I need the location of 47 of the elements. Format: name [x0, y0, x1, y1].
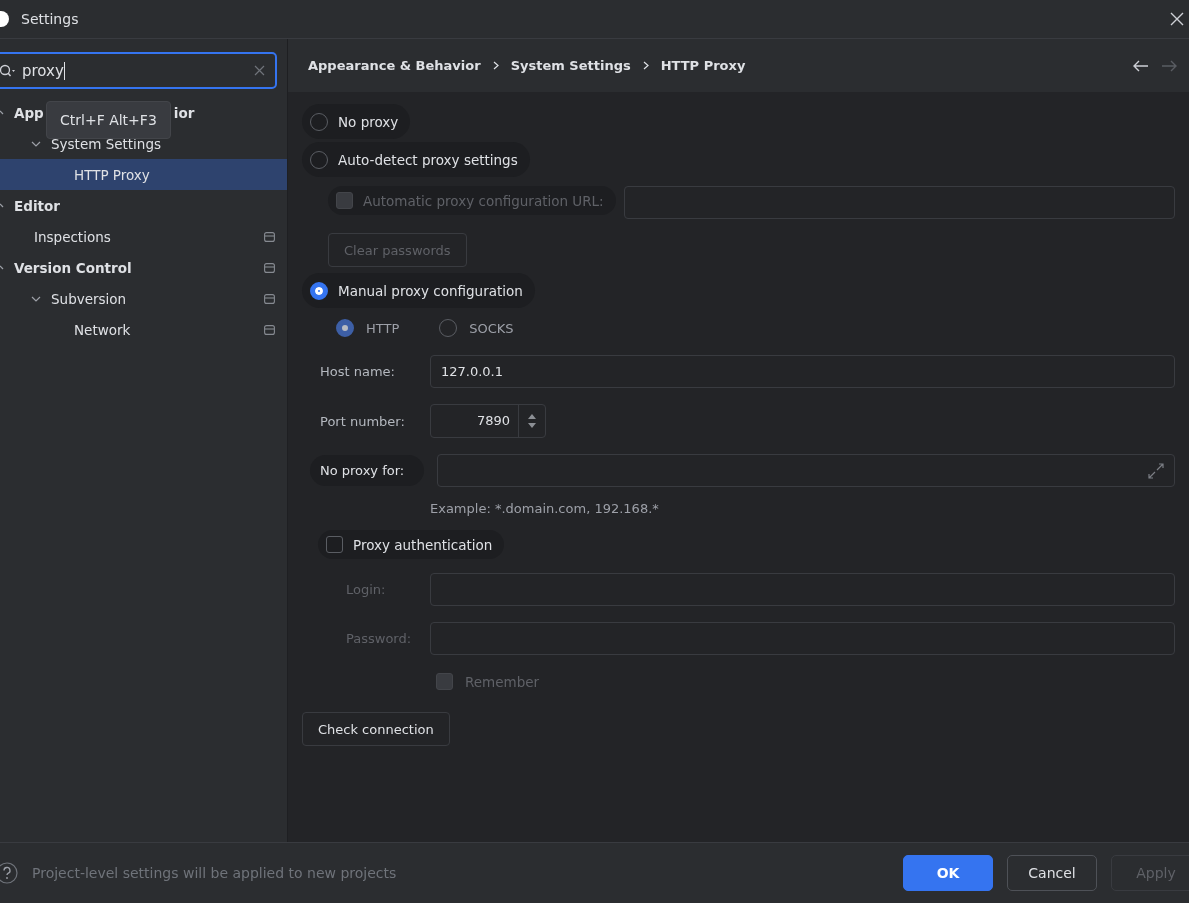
stepper-icon[interactable]: [527, 413, 537, 429]
field-label: Host name:: [319, 364, 396, 379]
dialog-button[interactable]: Cancel: [1007, 855, 1097, 891]
window-title: Settings: [21, 11, 79, 27]
radio-button[interactable]: Auto-detect proxy settings: [302, 142, 530, 177]
field-label: Port number:: [319, 413, 406, 429]
breadcrumb-item[interactable]: Appearance & Behavior: [308, 58, 481, 73]
radio-button[interactable]: HTTP: [336, 319, 400, 337]
search-field[interactable]: proxy: [0, 52, 277, 89]
app-logo-icon: [0, 11, 9, 27]
hint-text: Example: *.domain.com, 192.168.*: [429, 501, 660, 516]
footer-note: Project-level settings will be applied to new projects: [32, 865, 397, 881]
port-spinner[interactable]: 7890: [430, 404, 546, 438]
tooltip: Ctrl+F Alt+F3: [46, 101, 171, 139]
close-icon[interactable]: [1170, 12, 1184, 26]
back-arrow-icon[interactable]: [1133, 59, 1149, 72]
tree-item-label[interactable]: ior: [173, 104, 195, 121]
field-label: Login:: [345, 582, 387, 597]
tree-item[interactable]: Subversion: [0, 283, 287, 314]
chevron-icon: [492, 61, 499, 70]
field-label: No proxy for:: [310, 455, 424, 486]
chevron-icon: [642, 61, 649, 70]
tree-item[interactable]: Network: [0, 314, 287, 345]
no-proxy-field[interactable]: [437, 454, 1175, 487]
tree-item[interactable]: Inspections: [0, 221, 287, 252]
field-label: Password:: [345, 631, 413, 646]
url-field[interactable]: [623, 186, 1175, 219]
radio-button[interactable]: SOCKS: [439, 319, 514, 337]
tree-item[interactable]: Editor: [0, 190, 287, 221]
host-field[interactable]: 127.0.0.1: [430, 355, 1175, 388]
checkbox[interactable]: Proxy authentication: [318, 530, 505, 559]
password-field[interactable]: [430, 622, 1175, 655]
breadcrumb-item[interactable]: System Settings: [510, 58, 631, 73]
forward-arrow-icon[interactable]: [1161, 59, 1177, 72]
expand-icon[interactable]: [1148, 462, 1164, 479]
tree-item[interactable]: Version Control: [0, 252, 287, 283]
login-field[interactable]: [430, 573, 1175, 606]
radio-button[interactable]: Manual proxy configuration: [302, 273, 535, 308]
help-icon[interactable]: [0, 862, 18, 884]
check-connection-button[interactable]: Check connection: [302, 712, 450, 746]
tree-item[interactable]: HTTP Proxy: [0, 159, 287, 190]
search-icon: [0, 63, 16, 78]
clear-icon[interactable]: [254, 65, 265, 76]
radio-button[interactable]: No proxy: [302, 104, 411, 139]
breadcrumb-item[interactable]: HTTP Proxy: [660, 58, 746, 73]
ok-button[interactable]: OK: [903, 855, 993, 891]
tree-item-label[interactable]: App: [14, 104, 44, 121]
